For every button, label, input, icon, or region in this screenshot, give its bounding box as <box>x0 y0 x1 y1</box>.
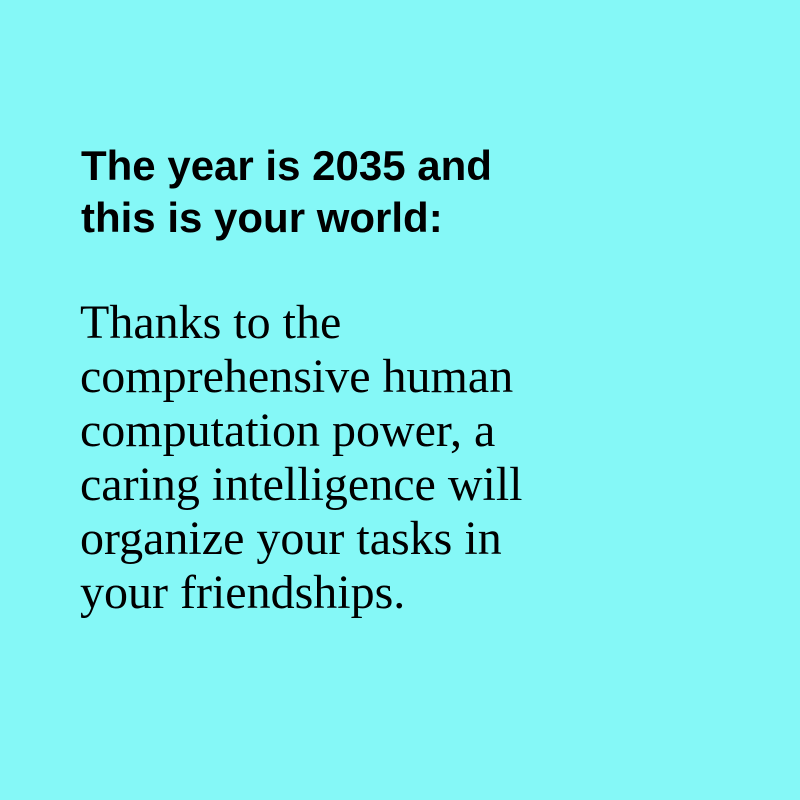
text-card: The year is 2035 and this is your world:… <box>0 0 800 800</box>
body-line: organize your tasks in <box>80 512 502 565</box>
body-line: Thanks to the <box>80 296 342 349</box>
body-line: your friendships. <box>80 566 406 619</box>
heading-line: The year is 2035 and <box>81 142 492 189</box>
body-paragraph: Thanks to the comprehensive human comput… <box>80 296 720 620</box>
body-line: computation power, a <box>80 404 496 457</box>
heading-line: this is your world: <box>81 194 443 241</box>
body-line: comprehensive human <box>80 350 514 403</box>
body-line: caring intelligence will <box>80 458 523 511</box>
heading: The year is 2035 and this is your world: <box>81 140 721 244</box>
